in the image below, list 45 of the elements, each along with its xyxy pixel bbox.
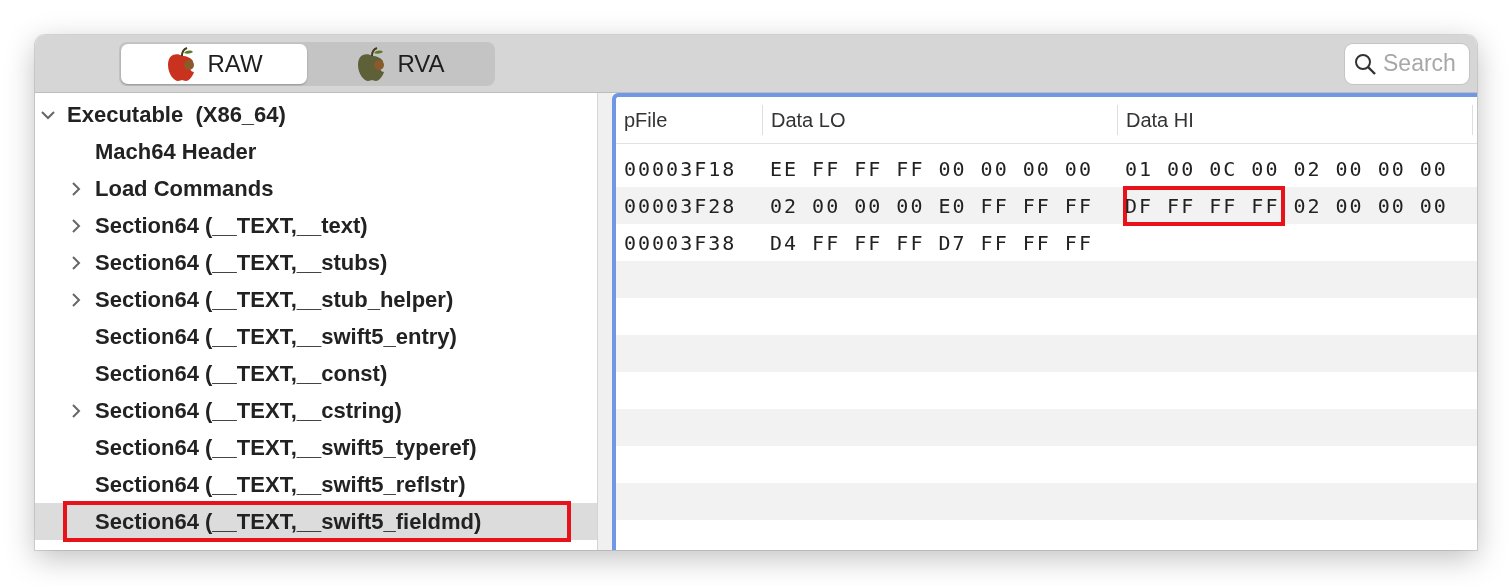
search-field[interactable]: Search bbox=[1345, 43, 1469, 84]
offset-cell-text: 00003F28 bbox=[623, 192, 738, 220]
offset-cell-text: 00003F38 bbox=[623, 229, 738, 257]
tree-row[interactable]: Section64 (__TEXT,__swift5_entry) bbox=[35, 318, 597, 355]
tree-item-label: Section64 (__TEXT,__swift5_reflstr) bbox=[95, 471, 466, 498]
tree-item-label: Section64 (__TEXT,__swift5_fieldmd) bbox=[95, 508, 482, 535]
tree-item-label: Section64 (__TEXT,__const) bbox=[95, 360, 388, 387]
tree-item-label: Section64 (__TEXT,__swift5_entry) bbox=[95, 323, 457, 350]
chevron-icon[interactable] bbox=[69, 255, 83, 270]
tree-row[interactable]: Section64 (__TEXT,__swift5_reflstr) bbox=[35, 466, 597, 503]
tree-item-label: Executable (X86_64) bbox=[67, 101, 286, 128]
tree-row[interactable]: Section64 (__TEXT,__swift5_typeref) bbox=[35, 429, 597, 466]
column-header[interactable]: Data LO bbox=[771, 108, 846, 132]
hex-cell-text: EE FF FF FF 00 00 00 00 bbox=[769, 155, 1094, 183]
tree-row[interactable]: Executable (X86_64) bbox=[35, 96, 597, 133]
tree-row[interactable]: Mach64 Header bbox=[35, 133, 597, 170]
tree-item-label: Section64 (__TEXT,__cstring) bbox=[95, 397, 402, 424]
chevron-icon[interactable] bbox=[69, 403, 83, 418]
tree-row[interactable]: Section64 (__TEXT,__stubs) bbox=[35, 244, 597, 281]
chevron-icon[interactable] bbox=[69, 181, 83, 196]
column-header[interactable]: pFile bbox=[624, 108, 668, 132]
offset-cell-text: 00003F18 bbox=[623, 155, 738, 183]
tree-item-label: Section64 (__TEXT,__text) bbox=[95, 212, 368, 239]
tree-row[interactable]: Section64 (__TEXT,__stub_helper) bbox=[35, 281, 597, 318]
chevron-icon[interactable] bbox=[69, 292, 83, 307]
tree-row[interactable]: Section64 (__TEXT,__text) bbox=[35, 207, 597, 244]
hex-cell-text: 02 00 00 00 E0 FF FF FF bbox=[769, 192, 1094, 220]
column-header[interactable]: Data HI bbox=[1126, 108, 1194, 132]
search-icon bbox=[1354, 52, 1376, 75]
tree-row[interactable]: Section64 (__TEXT,__cstring) bbox=[35, 392, 597, 429]
tree-item-label: Section64 (__TEXT,__swift5_typeref) bbox=[95, 434, 477, 461]
tree-row[interactable]: Section64 (__TEXT,__const) bbox=[35, 355, 597, 392]
hex-cell-text: 02 00 00 00 bbox=[1292, 192, 1449, 220]
tree-row[interactable]: Load Commands bbox=[35, 170, 597, 207]
chevron-icon[interactable] bbox=[69, 218, 83, 233]
tree-item-label: Section64 (__TEXT,__stub_helper) bbox=[95, 286, 454, 313]
mode-tab[interactable]: RAW bbox=[121, 43, 307, 84]
tree-item-label: Section64 (__TEXT,__stubs) bbox=[95, 249, 388, 276]
tree-item-label: Mach64 Header bbox=[95, 138, 257, 165]
mode-tab[interactable]: RVA bbox=[307, 43, 493, 84]
hex-cell-text: 01 00 0C 00 bbox=[1124, 155, 1281, 183]
hex-cell-text: D4 FF FF FF D7 FF FF FF bbox=[769, 229, 1094, 257]
selected-tree-row[interactable]: Section64 (__TEXT,__swift5_fieldmd) bbox=[35, 503, 597, 540]
hex-cell-text: 02 00 00 00 bbox=[1292, 155, 1449, 183]
tree-item-label: Load Commands bbox=[95, 175, 274, 202]
